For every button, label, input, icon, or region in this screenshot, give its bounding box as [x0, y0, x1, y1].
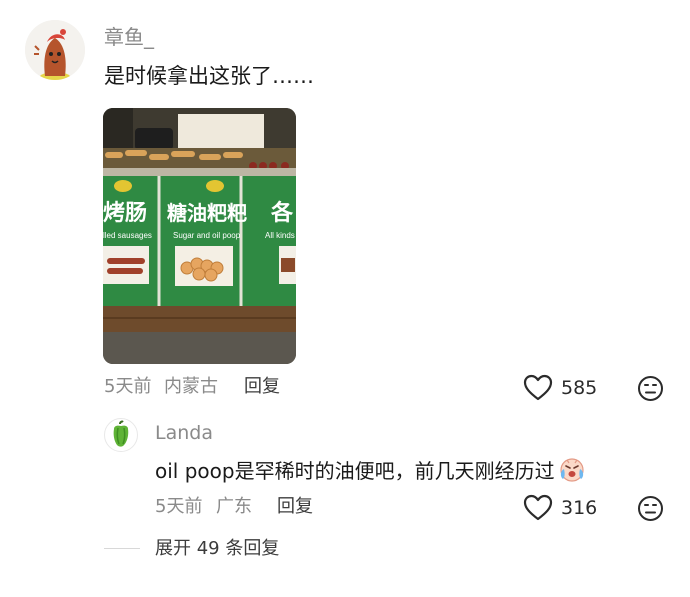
comment-time: 5天前	[104, 376, 152, 397]
comment-text: 是时候拿出这张了……	[104, 64, 314, 88]
heart-outline-icon	[523, 374, 553, 401]
divider	[104, 548, 140, 549]
sign-label-sausage: 烤肠	[103, 200, 147, 226]
expand-replies-button[interactable]: 展开 49 条回复	[155, 537, 279, 561]
reply-text: oil poop是罕稀时的油便吧，前几天刚经历过	[155, 459, 555, 483]
frown-face-icon	[638, 376, 663, 401]
crying-face-emoji-icon	[557, 455, 587, 490]
reply-time: 5天前	[155, 496, 203, 517]
sign-label-sugar-oil: 糖油粑粑	[167, 201, 247, 225]
frown-face-icon	[638, 496, 663, 521]
sign-caption-various: All kinds	[265, 231, 295, 240]
street-food-stall-image: 烤肠 糖油粑粑 各 lled sausages Sugar and oil po…	[103, 108, 296, 364]
reply-username[interactable]: Landa	[155, 420, 213, 446]
green-pepper-avatar-icon	[113, 420, 129, 447]
avatar[interactable]	[25, 20, 85, 80]
comment-location: 内蒙古	[164, 376, 218, 397]
sign-caption-sugar-oil: Sugar and oil poop	[173, 231, 241, 240]
heart-outline-icon	[523, 494, 553, 521]
like-button[interactable]: 585	[523, 374, 597, 401]
username[interactable]: 章鱼_	[104, 24, 154, 50]
reply-dislike-button[interactable]	[637, 495, 664, 526]
sign-caption-sausage: lled sausages	[103, 231, 152, 240]
reply-location: 广东	[216, 496, 252, 517]
reply-avatar[interactable]	[104, 418, 138, 452]
reply-like-count: 316	[561, 496, 598, 519]
reply-reply-button[interactable]: 回复	[277, 495, 313, 519]
comment-photo[interactable]: 烤肠 糖油粑粑 各 lled sausages Sugar and oil po…	[103, 108, 296, 364]
sausage-avatar-icon	[25, 20, 85, 80]
reply-like-button[interactable]: 316	[523, 494, 597, 521]
dislike-button[interactable]	[637, 375, 664, 406]
reply-comment-text: oil poop是罕稀时的油便吧，前几天刚经历过	[155, 455, 587, 490]
sign-label-various: 各	[270, 200, 294, 226]
like-count: 585	[561, 376, 598, 399]
reply-button[interactable]: 回复	[244, 375, 280, 399]
